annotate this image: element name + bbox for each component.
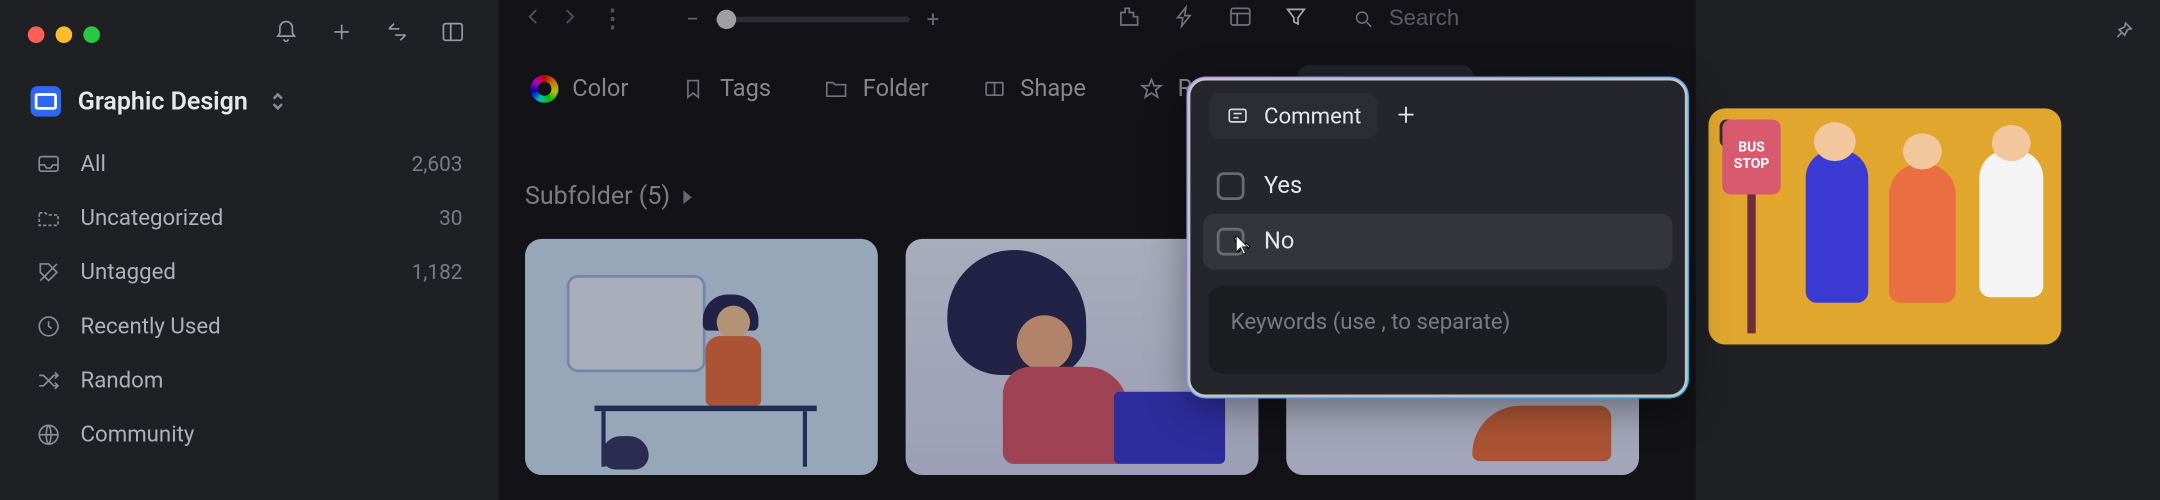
sidebar: Graphic Design All 2,603 Uncategorized 3…: [0, 0, 500, 500]
filter-shape[interactable]: Shape: [976, 67, 1092, 111]
sidebar-item-count: 30: [439, 205, 462, 230]
chevron-up-down-icon: [270, 90, 287, 112]
sidebar-item-label: Untagged: [81, 258, 176, 284]
sidebar-item-uncategorized[interactable]: Uncategorized 30: [17, 193, 482, 242]
cursor-icon: [1228, 233, 1253, 258]
layout-icon[interactable]: [1228, 3, 1253, 34]
library-title: Graphic Design: [78, 87, 248, 116]
zoom-control: − +: [686, 6, 939, 32]
chevron-right-icon: [681, 188, 695, 205]
zoom-out-button[interactable]: −: [686, 6, 699, 32]
clock-icon: [36, 313, 61, 338]
shape-icon: [981, 76, 1006, 101]
keywords-input[interactable]: Keywords (use , to separate): [1208, 286, 1666, 374]
bookmark-icon: [681, 76, 706, 101]
sidebar-item-count: 1,182: [412, 259, 463, 284]
search-field[interactable]: [1339, 6, 1672, 31]
app-window: Graphic Design All 2,603 Uncategorized 3…: [0, 0, 2160, 500]
titlebar: [0, 3, 499, 67]
search-input[interactable]: [1389, 6, 1659, 31]
close-window-button[interactable]: [28, 26, 45, 43]
folder-icon: [824, 76, 849, 101]
checkbox-unchecked-icon[interactable]: [1217, 172, 1245, 200]
top-toolbar: ⋮ − +: [500, 0, 1695, 38]
library-icon: [31, 86, 62, 117]
filter-icon[interactable]: [1283, 3, 1308, 34]
filter-folder[interactable]: Folder: [818, 67, 934, 111]
popover-add-button[interactable]: +: [1398, 99, 1415, 134]
sidebar-item-label: Community: [81, 421, 195, 447]
filter-color[interactable]: Color: [525, 67, 634, 111]
popover-title-pill: Comment: [1208, 93, 1378, 139]
more-menu-icon[interactable]: ⋮: [600, 4, 625, 33]
color-wheel-icon: [531, 75, 559, 103]
notifications-icon[interactable]: [274, 19, 299, 50]
sidebar-item-label: Uncategorized: [81, 204, 224, 230]
sidebar-item-label: Recently Used: [81, 313, 221, 339]
actions-icon[interactable]: [1172, 3, 1197, 34]
zoom-in-button[interactable]: +: [927, 6, 940, 32]
comment-option-yes[interactable]: Yes: [1203, 158, 1672, 214]
pin-icon[interactable]: [2113, 19, 2135, 41]
globe-icon: [36, 422, 61, 447]
sidebar-item-label: All: [81, 150, 106, 176]
thumbnail-4[interactable]: JPG BUSSTOP: [1708, 108, 2061, 344]
window-controls: [17, 26, 100, 43]
folder-dashed-icon: [36, 205, 61, 230]
comment-option-no[interactable]: No: [1203, 214, 1672, 270]
sidebar-item-random[interactable]: Random: [17, 356, 482, 405]
zoom-slider-knob[interactable]: [717, 9, 736, 28]
search-icon: [1353, 6, 1375, 31]
sidebar-item-untagged[interactable]: Untagged 1,182: [17, 247, 482, 296]
comment-icon: [1225, 103, 1250, 128]
zoom-slider[interactable]: [716, 16, 910, 22]
shuffle-icon: [36, 367, 61, 392]
sync-icon[interactable]: [385, 19, 410, 50]
sidebar-item-community[interactable]: Community: [17, 410, 482, 459]
library-switcher[interactable]: Graphic Design: [0, 67, 499, 136]
sidebar-item-count: 2,603: [412, 151, 463, 176]
add-icon[interactable]: [329, 19, 354, 50]
inbox-icon: [36, 151, 61, 176]
maximize-window-button[interactable]: [83, 26, 100, 43]
popover-title: Comment: [1264, 103, 1361, 129]
bus-stop-sign: BUSSTOP: [1722, 119, 1780, 194]
comment-filter-popover: Comment + Yes No Keywords (use , to sepa…: [1189, 79, 1686, 396]
sidebar-item-label: Random: [81, 367, 164, 393]
filter-tags[interactable]: Tags: [676, 67, 777, 111]
toggle-sidebar-icon[interactable]: [440, 19, 465, 50]
minimize-window-button[interactable]: [56, 26, 73, 43]
back-button[interactable]: [522, 5, 544, 33]
sidebar-item-recent[interactable]: Recently Used: [17, 301, 482, 350]
star-icon: [1139, 76, 1164, 101]
forward-button[interactable]: [558, 5, 580, 33]
sidebar-nav: All 2,603 Uncategorized 30 Untagged 1,18…: [0, 136, 499, 461]
main-area: ⋮ − + Color: [500, 0, 1695, 500]
sidebar-item-all[interactable]: All 2,603: [17, 139, 482, 188]
extensions-icon[interactable]: [1117, 3, 1142, 34]
tag-off-icon: [36, 259, 61, 284]
thumbnail-1[interactable]: [525, 239, 878, 475]
